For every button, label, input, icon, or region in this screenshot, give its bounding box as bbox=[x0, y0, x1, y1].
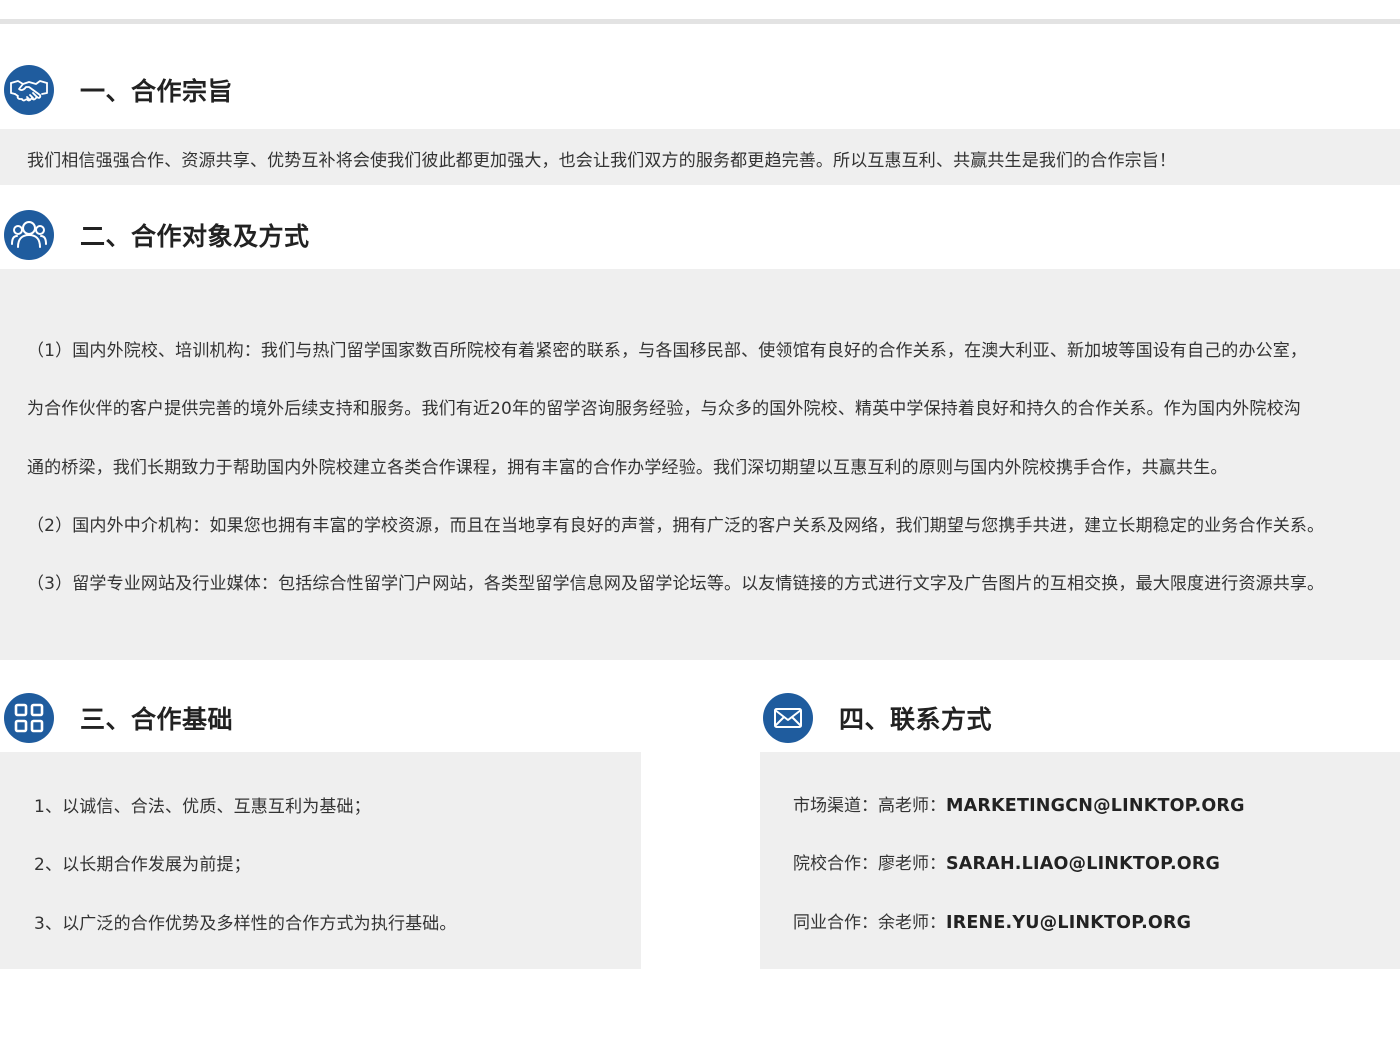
contact-row-marketing: 市场渠道：高老师：MARKETINGCN@LINKTOP.ORG bbox=[793, 791, 1245, 816]
section-contact-panel: 市场渠道：高老师：MARKETINGCN@LINKTOP.ORG 院校合作：廖老… bbox=[760, 752, 1400, 969]
section-partners-panel: （1）国内外院校、培训机构：我们与热门留学国家数百所院校有着紧密的联系，与各国移… bbox=[0, 269, 1400, 660]
partners-line-5: （3）留学专业网站及行业媒体：包括综合性留学门户网站，各类型留学信息网及留学论坛… bbox=[27, 574, 1325, 594]
section-purpose-panel: 我们相信强强合作、资源共享、优势互补将会使我们彼此都更加强大，也会让我们双方的服… bbox=[0, 129, 1400, 185]
section-partners-header: 二、合作对象及方式 bbox=[4, 209, 310, 261]
section-purpose-header: 一、合作宗旨 bbox=[4, 64, 233, 116]
basis-item-1: 1、以诚信、合法、优质、互惠互利为基础； bbox=[34, 797, 371, 817]
purpose-text: 我们相信强强合作、资源共享、优势互补将会使我们彼此都更加强大，也会让我们双方的服… bbox=[27, 151, 1177, 171]
grid-icon bbox=[4, 693, 54, 743]
contact-label: 同业合作：余老师： bbox=[793, 913, 946, 933]
email-link[interactable]: MARKETINGCN@LINKTOP.ORG bbox=[946, 796, 1245, 816]
envelope-icon bbox=[763, 693, 813, 743]
partners-line-1: （1）国内外院校、培训机构：我们与热门留学国家数百所院校有着紧密的联系，与各国移… bbox=[27, 341, 1308, 361]
users-icon bbox=[4, 210, 54, 260]
contact-row-schools: 院校合作：廖老师：SARAH.LIAO@LINKTOP.ORG bbox=[793, 849, 1220, 874]
basis-item-2: 2、以长期合作发展为前提； bbox=[34, 855, 251, 875]
section-contact-header: 四、联系方式 bbox=[763, 692, 992, 744]
top-divider bbox=[0, 19, 1400, 24]
handshake-icon bbox=[4, 65, 54, 115]
contact-label: 院校合作：廖老师： bbox=[793, 854, 946, 874]
section-partners-title: 二、合作对象及方式 bbox=[80, 222, 310, 251]
section-basis-panel: 1、以诚信、合法、优质、互惠互利为基础； 2、以长期合作发展为前提； 3、以广泛… bbox=[0, 752, 641, 969]
contact-label: 市场渠道：高老师： bbox=[793, 796, 946, 816]
email-link[interactable]: IRENE.YU@LINKTOP.ORG bbox=[946, 913, 1191, 933]
section-basis-title: 三、合作基础 bbox=[80, 705, 234, 734]
partners-line-3: 通的桥梁，我们长期致力于帮助国内外院校建立各类合作课程，拥有丰富的合作办学经验。… bbox=[27, 458, 1228, 478]
section-purpose-title: 一、合作宗旨 bbox=[80, 77, 234, 106]
section-basis-header: 三、合作基础 bbox=[4, 692, 233, 744]
basis-item-3: 3、以广泛的合作优势及多样性的合作方式为执行基础。 bbox=[34, 914, 457, 934]
partners-line-2: 为合作伙伴的客户提供完善的境外后续支持和服务。我们有近20年的留学咨询服务经验，… bbox=[27, 399, 1301, 419]
contact-row-industry: 同业合作：余老师：IRENE.YU@LINKTOP.ORG bbox=[793, 908, 1191, 933]
section-contact-title: 四、联系方式 bbox=[839, 705, 993, 734]
email-link[interactable]: SARAH.LIAO@LINKTOP.ORG bbox=[946, 854, 1220, 874]
partners-line-4: （2）国内外中介机构：如果您也拥有丰富的学校资源，而且在当地享有良好的声誉，拥有… bbox=[27, 516, 1325, 536]
